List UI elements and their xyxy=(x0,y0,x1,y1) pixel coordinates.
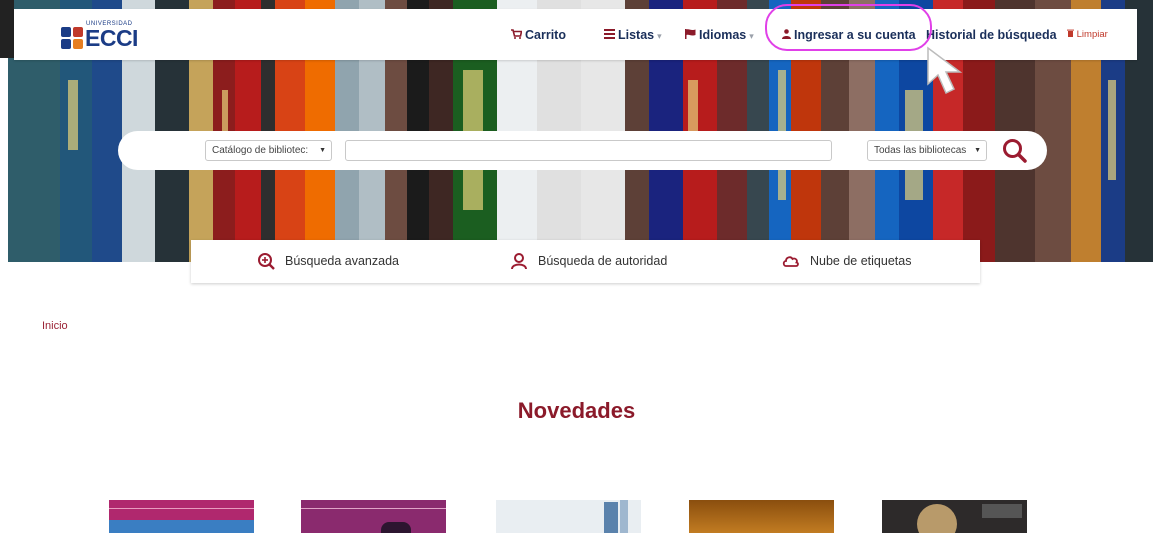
nav-lists[interactable]: Listas ▾ xyxy=(604,26,662,45)
cart-icon xyxy=(511,27,523,45)
book-cover[interactable] xyxy=(301,500,446,533)
book-cover[interactable] xyxy=(882,500,1027,533)
tag-cloud-link[interactable]: Nube de etiquetas xyxy=(782,252,912,270)
login-highlight-ring xyxy=(765,4,932,51)
search-bar: Catálogo de bibliotec: ▼ Todas las bibli… xyxy=(118,131,1047,170)
chevron-down-icon: ▾ xyxy=(657,31,662,41)
mouse-cursor-icon xyxy=(927,46,963,95)
book-cover[interactable] xyxy=(689,500,834,533)
nav-cart[interactable]: Carrito xyxy=(511,26,566,45)
dropdown-arrow-icon: ▼ xyxy=(319,147,326,154)
library-select-value: Todas las bibliotecas xyxy=(874,145,967,156)
tag-cloud-icon xyxy=(782,256,799,267)
book-cover[interactable] xyxy=(496,500,641,533)
page-title: Novedades xyxy=(517,398,636,423)
tag-cloud-label: Nube de etiquetas xyxy=(810,254,912,268)
nav-search-history-label: Historial de búsqueda xyxy=(926,28,1057,42)
search-button[interactable] xyxy=(1000,136,1030,166)
search-icon xyxy=(1003,139,1027,163)
book-cover[interactable] xyxy=(109,500,254,533)
advanced-search-link[interactable]: Búsqueda avanzada xyxy=(258,252,399,270)
secondary-nav: Búsqueda avanzada Búsqueda de autoridad … xyxy=(191,240,980,283)
advanced-search-label: Búsqueda avanzada xyxy=(285,254,399,268)
authority-icon xyxy=(511,253,527,270)
trash-icon xyxy=(1067,29,1077,40)
nav-lists-label: Listas xyxy=(618,28,655,42)
clear-history-link[interactable]: Limpiar xyxy=(1067,29,1108,40)
list-icon xyxy=(604,27,615,45)
authority-search-label: Búsqueda de autoridad xyxy=(538,254,668,268)
catalog-select[interactable]: Catálogo de bibliotec: ▼ xyxy=(205,140,332,161)
breadcrumb-home[interactable]: Inicio xyxy=(42,320,68,332)
library-select[interactable]: Todas las bibliotecas ▼ xyxy=(867,140,987,161)
search-input[interactable] xyxy=(345,140,832,161)
nav-languages[interactable]: Idiomas ▾ xyxy=(685,26,754,45)
flag-icon xyxy=(685,27,696,45)
nav-search-history[interactable]: Historial de búsqueda xyxy=(926,26,1057,44)
clear-history-label: Limpiar xyxy=(1076,29,1108,40)
dropdown-arrow-icon: ▼ xyxy=(974,147,981,154)
logo-word: ECCI xyxy=(85,25,138,51)
nav-cart-label: Carrito xyxy=(525,28,566,42)
left-edge xyxy=(0,0,14,58)
nav-languages-label: Idiomas xyxy=(699,28,747,42)
logo-mark xyxy=(61,27,83,49)
catalog-select-value: Catálogo de bibliotec: xyxy=(212,145,309,156)
authority-search-link[interactable]: Búsqueda de autoridad xyxy=(511,252,668,270)
ecci-logo[interactable]: UNIVERSIDAD ECCI xyxy=(61,21,141,51)
chevron-down-icon: ▾ xyxy=(749,31,754,41)
advanced-search-icon xyxy=(258,253,275,270)
